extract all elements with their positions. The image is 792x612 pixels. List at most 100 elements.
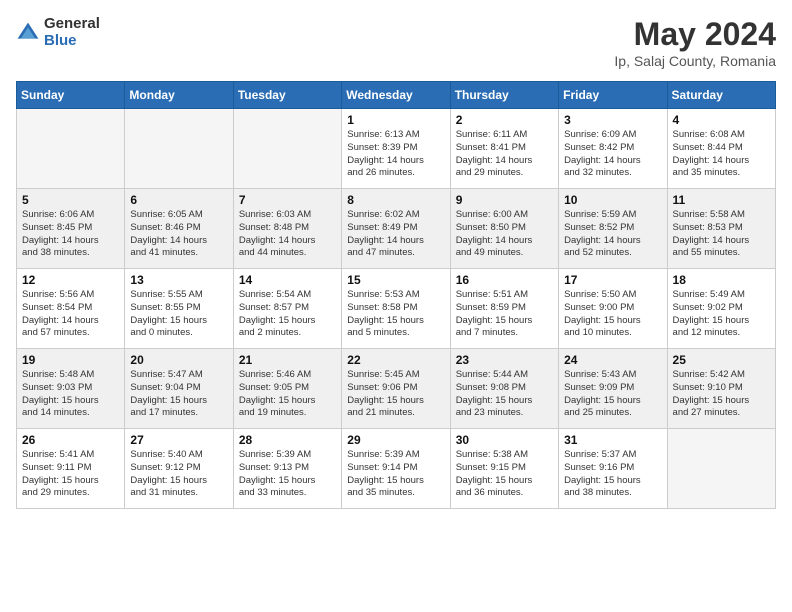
calendar-row: 26 Sunrise: 5:41 AM Sunset: 9:11 PM Dayli… <box>17 429 776 509</box>
subtitle: Ip, Salaj County, Romania <box>614 53 776 69</box>
day-number: 15 <box>347 273 444 287</box>
day-info: Sunrise: 5:44 AM Sunset: 9:08 PM Dayligh… <box>456 369 553 420</box>
logo-blue: Blue <box>44 33 100 50</box>
calendar-body: 1Sunrise: 6:13 AM Sunset: 8:39 PM Daylig… <box>17 109 776 509</box>
day-number: 11 <box>673 193 770 207</box>
table-row: 16 Sunrise: 5:51 AM Sunset: 8:59 PM Dayli… <box>450 269 558 349</box>
day-number: 20 <box>130 353 227 367</box>
table-row: 14 Sunrise: 5:54 AM Sunset: 8:57 PM Dayli… <box>233 269 341 349</box>
table-row: 8 Sunrise: 6:02 AM Sunset: 8:49 PM Daylig… <box>342 189 450 269</box>
day-info: Sunrise: 6:13 AM Sunset: 8:39 PM Dayligh… <box>347 129 444 180</box>
table-row: 28Sunrise: 5:39 AM Sunset: 9:13 PM Dayli… <box>233 429 341 509</box>
day-number: 14 <box>239 273 336 287</box>
day-number: 2 <box>456 113 553 127</box>
day-info: Sunrise: 5:39 AM Sunset: 9:14 PM Dayligh… <box>347 449 444 500</box>
day-info: Sunrise: 6:09 AM Sunset: 8:42 PM Dayligh… <box>564 129 661 180</box>
col-wednesday: Wednesday <box>342 82 450 109</box>
day-info: Sunrise: 5:49 AM Sunset: 9:02 PM Dayligh… <box>673 289 770 340</box>
day-number: 4 <box>673 113 770 127</box>
table-row: 29Sunrise: 5:39 AM Sunset: 9:14 PM Dayli… <box>342 429 450 509</box>
day-info: Sunrise: 5:38 AM Sunset: 9:15 PM Dayligh… <box>456 449 553 500</box>
day-number: 25 <box>673 353 770 367</box>
calendar-row: 19 Sunrise: 5:48 AM Sunset: 9:03 PM Dayli… <box>17 349 776 429</box>
table-row: 13 Sunrise: 5:55 AM Sunset: 8:55 PM Dayli… <box>125 269 233 349</box>
table-row: 30 Sunrise: 5:38 AM Sunset: 9:15 PM Dayli… <box>450 429 558 509</box>
day-number: 21 <box>239 353 336 367</box>
day-info: Sunrise: 6:03 AM Sunset: 8:48 PM Dayligh… <box>239 209 336 260</box>
logo-general: General <box>44 16 100 33</box>
day-info: Sunrise: 5:46 AM Sunset: 9:05 PM Dayligh… <box>239 369 336 420</box>
day-number: 19 <box>22 353 119 367</box>
day-info: Sunrise: 6:02 AM Sunset: 8:49 PM Dayligh… <box>347 209 444 260</box>
table-row: 5 Sunrise: 6:06 AM Sunset: 8:45 PM Daylig… <box>17 189 125 269</box>
col-thursday: Thursday <box>450 82 558 109</box>
table-row: 21 Sunrise: 5:46 AM Sunset: 9:05 PM Dayli… <box>233 349 341 429</box>
day-info: Sunrise: 6:06 AM Sunset: 8:45 PM Dayligh… <box>22 209 119 260</box>
table-row: 15 Sunrise: 5:53 AM Sunset: 8:58 PM Dayli… <box>342 269 450 349</box>
calendar-table: Sunday Monday Tuesday Wednesday Thursday… <box>16 81 776 509</box>
day-number: 26 <box>22 433 119 447</box>
day-number: 30 <box>456 433 553 447</box>
day-number: 5 <box>22 193 119 207</box>
table-row: 11 Sunrise: 5:58 AM Sunset: 8:53 PM Dayli… <box>667 189 775 269</box>
day-info: Sunrise: 6:11 AM Sunset: 8:41 PM Dayligh… <box>456 129 553 180</box>
table-row <box>125 109 233 189</box>
main-title: May 2024 <box>614 16 776 53</box>
col-monday: Monday <box>125 82 233 109</box>
day-info: Sunrise: 5:54 AM Sunset: 8:57 PM Dayligh… <box>239 289 336 340</box>
day-number: 6 <box>130 193 227 207</box>
table-row: 2 Sunrise: 6:11 AM Sunset: 8:41 PM Daylig… <box>450 109 558 189</box>
day-info: Sunrise: 5:48 AM Sunset: 9:03 PM Dayligh… <box>22 369 119 420</box>
calendar-header: Sunday Monday Tuesday Wednesday Thursday… <box>17 82 776 109</box>
table-row: 6Sunrise: 6:05 AM Sunset: 8:46 PM Daylig… <box>125 189 233 269</box>
day-info: Sunrise: 5:47 AM Sunset: 9:04 PM Dayligh… <box>130 369 227 420</box>
table-row <box>667 429 775 509</box>
day-number: 22 <box>347 353 444 367</box>
col-sunday: Sunday <box>17 82 125 109</box>
day-info: Sunrise: 5:45 AM Sunset: 9:06 PM Dayligh… <box>347 369 444 420</box>
day-info: Sunrise: 5:53 AM Sunset: 8:58 PM Dayligh… <box>347 289 444 340</box>
day-number: 10 <box>564 193 661 207</box>
day-number: 8 <box>347 193 444 207</box>
day-info: Sunrise: 6:00 AM Sunset: 8:50 PM Dayligh… <box>456 209 553 260</box>
day-info: Sunrise: 5:43 AM Sunset: 9:09 PM Dayligh… <box>564 369 661 420</box>
table-row: 19 Sunrise: 5:48 AM Sunset: 9:03 PM Dayli… <box>17 349 125 429</box>
logo: General Blue <box>16 16 100 49</box>
table-row: 26 Sunrise: 5:41 AM Sunset: 9:11 PM Dayli… <box>17 429 125 509</box>
table-row: 4 Sunrise: 6:08 AM Sunset: 8:44 PM Daylig… <box>667 109 775 189</box>
table-row: 7Sunrise: 6:03 AM Sunset: 8:48 PM Daylig… <box>233 189 341 269</box>
table-row: 9Sunrise: 6:00 AM Sunset: 8:50 PM Daylig… <box>450 189 558 269</box>
day-number: 18 <box>673 273 770 287</box>
table-row: 17Sunrise: 5:50 AM Sunset: 9:00 PM Dayli… <box>559 269 667 349</box>
table-row: 31Sunrise: 5:37 AM Sunset: 9:16 PM Dayli… <box>559 429 667 509</box>
day-number: 16 <box>456 273 553 287</box>
day-info: Sunrise: 5:56 AM Sunset: 8:54 PM Dayligh… <box>22 289 119 340</box>
table-row: 10 Sunrise: 5:59 AM Sunset: 8:52 PM Dayli… <box>559 189 667 269</box>
logo-text: General Blue <box>44 16 100 49</box>
calendar-row: 12 Sunrise: 5:56 AM Sunset: 8:54 PM Dayli… <box>17 269 776 349</box>
header-row: Sunday Monday Tuesday Wednesday Thursday… <box>17 82 776 109</box>
day-number: 12 <box>22 273 119 287</box>
day-info: Sunrise: 5:59 AM Sunset: 8:52 PM Dayligh… <box>564 209 661 260</box>
day-number: 28 <box>239 433 336 447</box>
page-header: General Blue May 2024 Ip, Salaj County, … <box>16 16 776 69</box>
day-info: Sunrise: 5:41 AM Sunset: 9:11 PM Dayligh… <box>22 449 119 500</box>
table-row: 3 Sunrise: 6:09 AM Sunset: 8:42 PM Daylig… <box>559 109 667 189</box>
day-info: Sunrise: 6:08 AM Sunset: 8:44 PM Dayligh… <box>673 129 770 180</box>
day-info: Sunrise: 5:40 AM Sunset: 9:12 PM Dayligh… <box>130 449 227 500</box>
col-saturday: Saturday <box>667 82 775 109</box>
col-tuesday: Tuesday <box>233 82 341 109</box>
day-number: 23 <box>456 353 553 367</box>
col-friday: Friday <box>559 82 667 109</box>
day-number: 3 <box>564 113 661 127</box>
day-number: 24 <box>564 353 661 367</box>
day-info: Sunrise: 5:51 AM Sunset: 8:59 PM Dayligh… <box>456 289 553 340</box>
day-info: Sunrise: 5:58 AM Sunset: 8:53 PM Dayligh… <box>673 209 770 260</box>
table-row: 24 Sunrise: 5:43 AM Sunset: 9:09 PM Dayli… <box>559 349 667 429</box>
title-area: May 2024 Ip, Salaj County, Romania <box>614 16 776 69</box>
day-number: 13 <box>130 273 227 287</box>
calendar-row: 5 Sunrise: 6:06 AM Sunset: 8:45 PM Daylig… <box>17 189 776 269</box>
table-row: 12 Sunrise: 5:56 AM Sunset: 8:54 PM Dayli… <box>17 269 125 349</box>
day-info: Sunrise: 5:55 AM Sunset: 8:55 PM Dayligh… <box>130 289 227 340</box>
table-row: 20 Sunrise: 5:47 AM Sunset: 9:04 PM Dayli… <box>125 349 233 429</box>
